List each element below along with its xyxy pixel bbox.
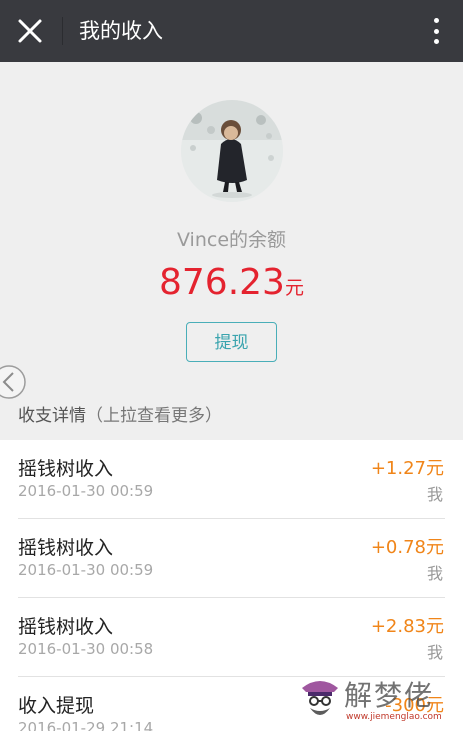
page-title: 我的收入	[79, 19, 163, 43]
avatar[interactable]	[181, 100, 283, 202]
details-section-header: 收支详情（上拉查看更多）	[18, 401, 222, 426]
balance-display: 876.23元	[0, 262, 463, 303]
balance-amount: 876.23	[159, 262, 285, 303]
transaction-datetime: 2016-01-30 00:58	[18, 640, 154, 658]
transaction-datetime: 2016-01-30 00:59	[18, 482, 154, 500]
top-bar: 我的收入	[0, 0, 463, 62]
more-menu-button[interactable]	[431, 17, 441, 45]
close-icon	[18, 19, 42, 43]
transaction-payer: 我	[426, 485, 443, 504]
transaction-amount: -300元	[385, 695, 444, 716]
transaction-payer: 我	[426, 564, 443, 583]
transaction-datetime: 2016-01-29 21:14	[18, 719, 154, 731]
transaction-title: 摇钱树收入	[18, 616, 114, 638]
transaction-payer: 我	[426, 643, 443, 662]
details-section-title: 收支详情	[18, 406, 86, 426]
transaction-row[interactable]: 收入提现 2016-01-29 21:14 -300元	[0, 677, 463, 731]
transaction-amount: +0.78元	[370, 537, 444, 558]
transaction-title: 摇钱树收入	[18, 537, 114, 559]
transaction-amount: +1.27元	[370, 458, 444, 479]
back-button[interactable]	[0, 364, 29, 400]
close-button[interactable]	[16, 17, 44, 45]
more-vertical-icon	[433, 18, 439, 23]
topbar-divider	[62, 17, 63, 45]
transaction-title: 收入提现	[18, 695, 95, 717]
transaction-datetime: 2016-01-30 00:59	[18, 561, 154, 579]
withdraw-button[interactable]: 提现	[186, 322, 277, 362]
balance-currency: 元	[284, 277, 304, 299]
transaction-amount: +2.83元	[370, 616, 444, 637]
back-arrow-icon	[0, 365, 26, 399]
details-section-hint: （上拉查看更多）	[86, 406, 222, 426]
avatar-photo	[181, 100, 283, 202]
transaction-title: 摇钱树收入	[18, 458, 114, 480]
transaction-row[interactable]: 摇钱树收入 2016-01-30 00:59 +1.27元 我	[0, 440, 463, 519]
transaction-list: 摇钱树收入 2016-01-30 00:59 +1.27元 我 摇钱树收入 20…	[0, 440, 463, 731]
balance-owner-label: Vince的余额	[176, 229, 287, 251]
transaction-row[interactable]: 摇钱树收入 2016-01-30 00:58 +2.83元 我	[0, 598, 463, 677]
transaction-row[interactable]: 摇钱树收入 2016-01-30 00:59 +0.78元 我	[0, 519, 463, 598]
